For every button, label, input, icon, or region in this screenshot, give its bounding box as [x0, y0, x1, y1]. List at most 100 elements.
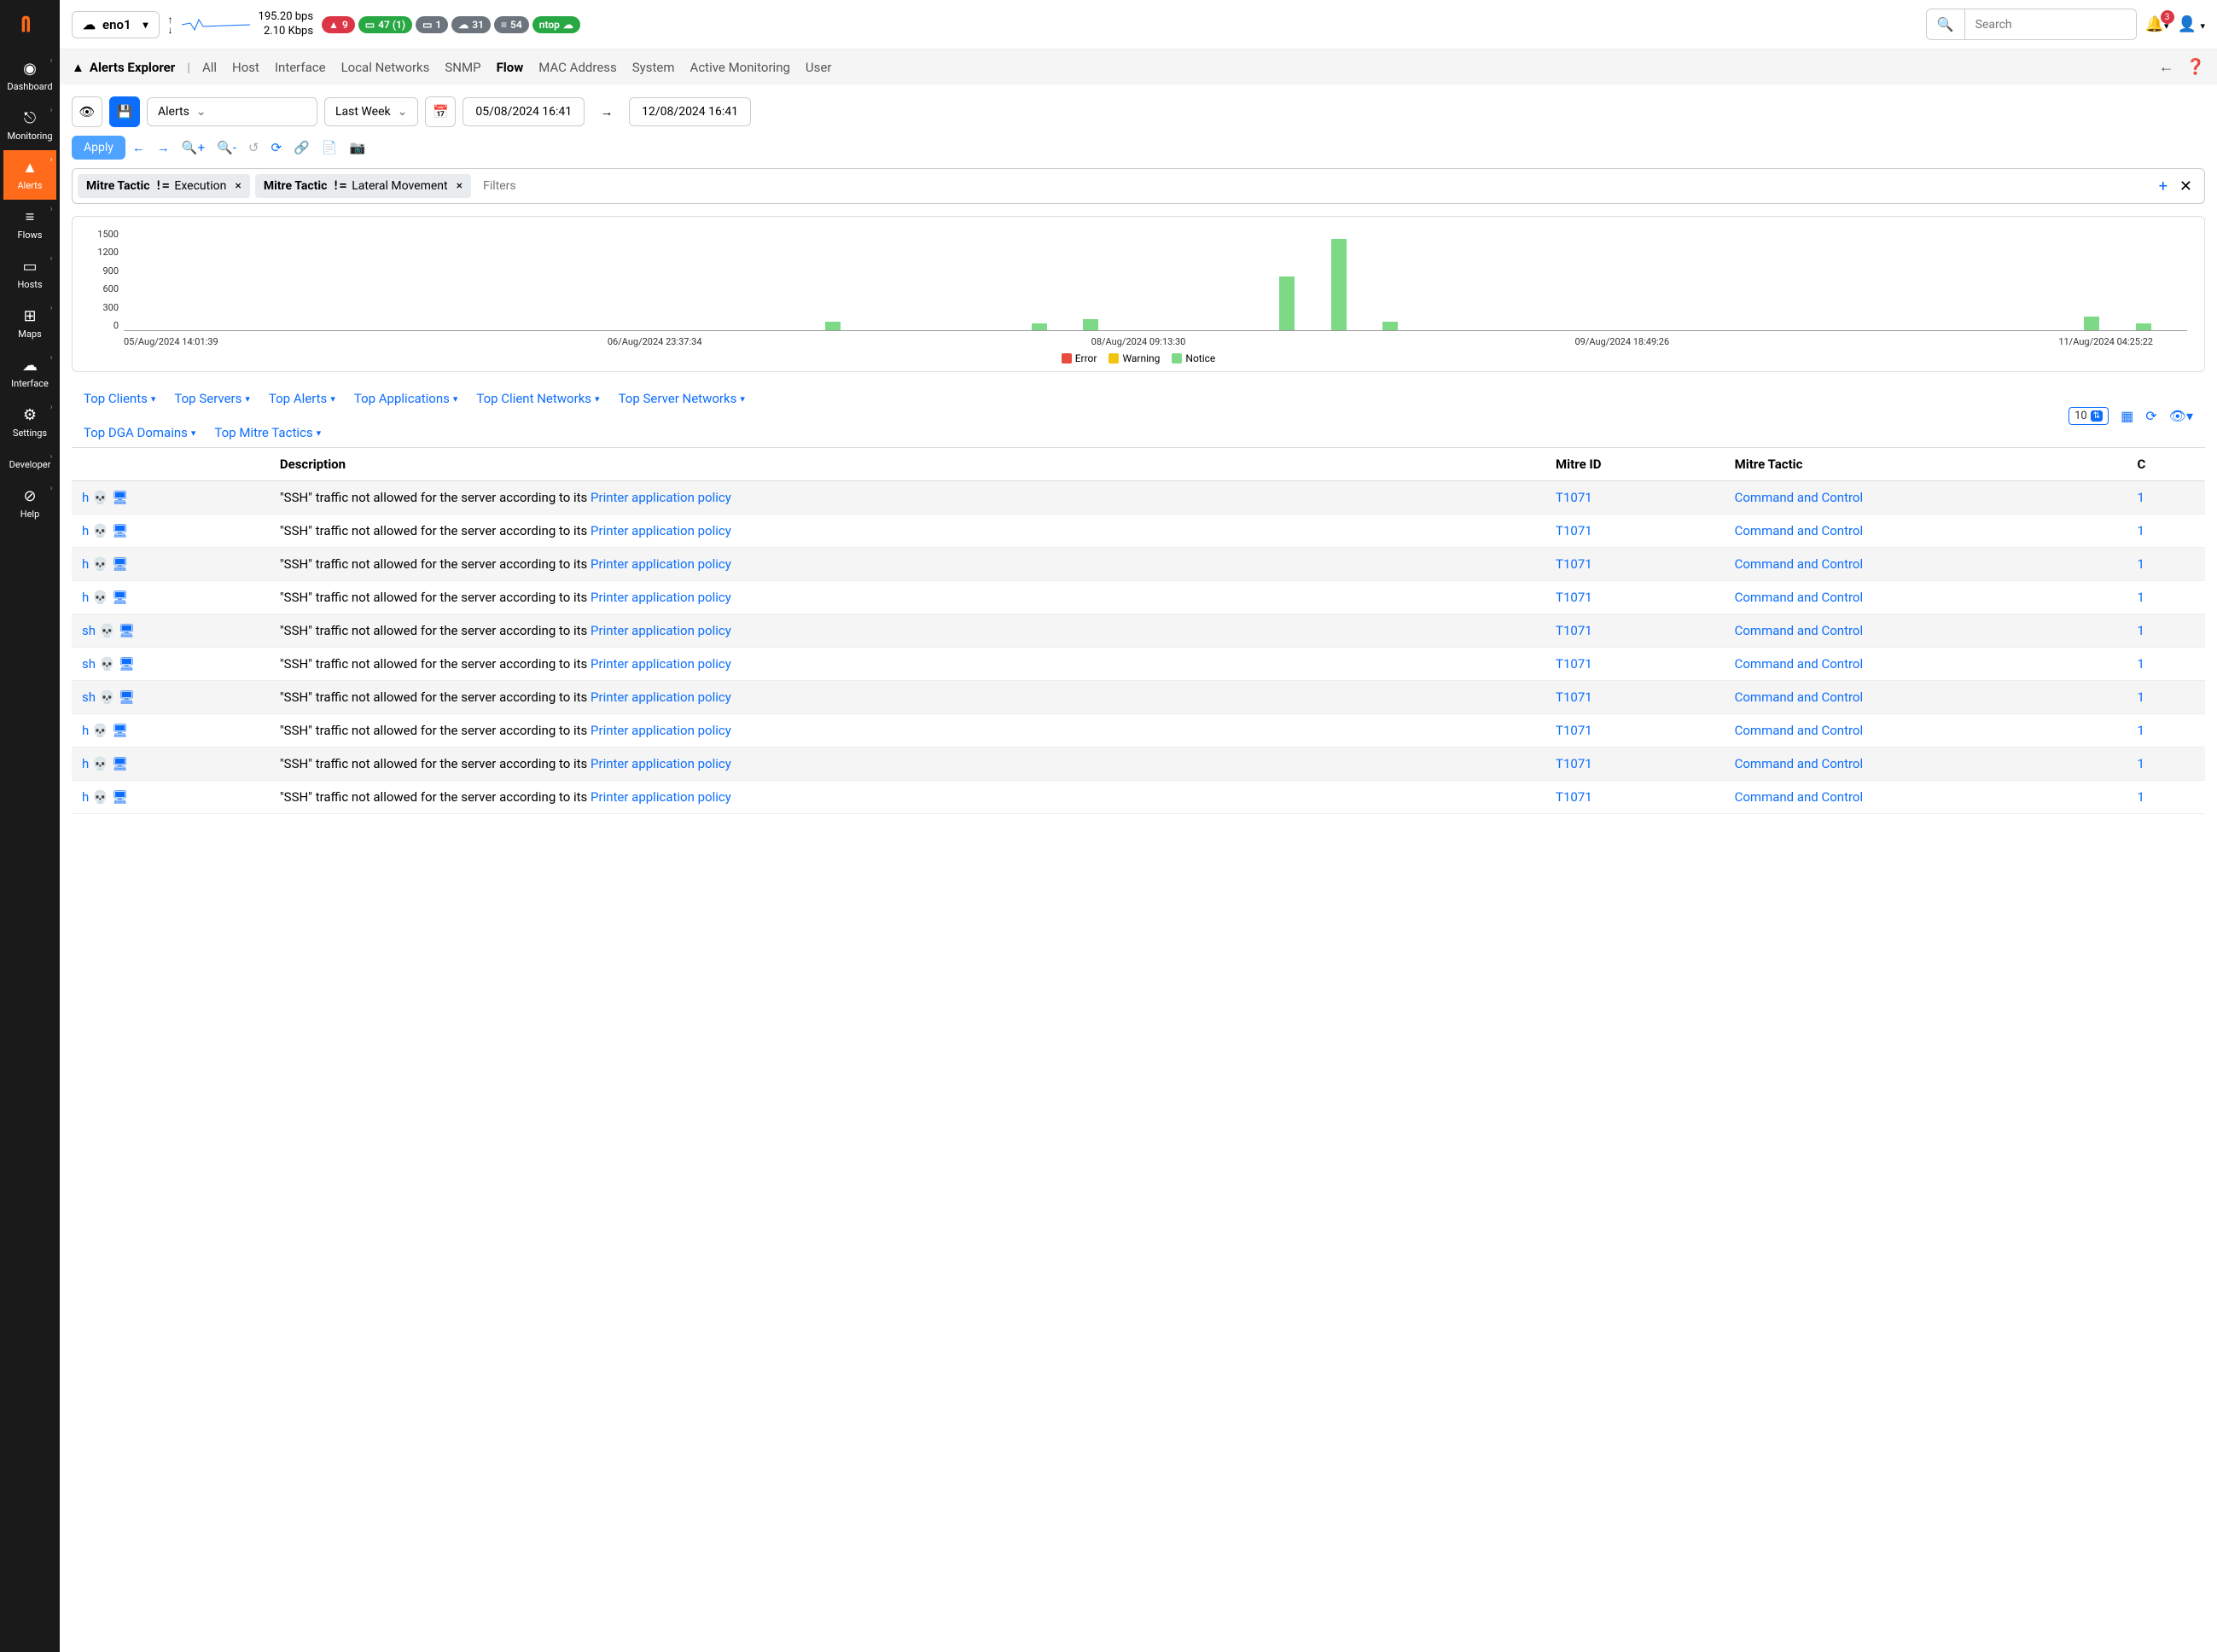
mitre-id-link[interactable]: T1071 [1556, 689, 1592, 705]
sidebar-item-interface[interactable]: ☁Interface [3, 348, 55, 398]
prev-button[interactable]: ← [132, 140, 145, 155]
policy-link[interactable]: Printer application policy [591, 656, 731, 672]
tab-user[interactable]: User [806, 60, 832, 75]
mitre-tactic-link[interactable]: Command and Control [1735, 490, 1864, 505]
tab-interface[interactable]: Interface [275, 60, 326, 75]
mitre-id-link[interactable]: T1071 [1556, 490, 1592, 505]
top-link-top-clients[interactable]: Top Clients [84, 391, 155, 406]
refresh-table-button[interactable]: ⟳ [2145, 408, 2156, 424]
sidebar-item-flows[interactable]: ≡Flows [3, 200, 55, 249]
mitre-id-link[interactable]: T1071 [1556, 756, 1592, 771]
from-date[interactable]: 05/08/2024 16:41 [463, 97, 585, 126]
filter-input[interactable] [478, 174, 2145, 198]
mitre-tactic-link[interactable]: Command and Control [1735, 689, 1864, 705]
mitre-tactic-link[interactable]: Command and Control [1735, 623, 1864, 638]
filter-chip[interactable]: Mitre Tactic != Execution × [78, 174, 250, 198]
mitre-id-link[interactable]: T1071 [1556, 789, 1592, 805]
mitre-tactic-link[interactable]: Command and Control [1735, 789, 1864, 805]
page-size-select[interactable]: 10⇅ [2069, 407, 2109, 425]
policy-link[interactable]: Printer application policy [591, 756, 731, 771]
table-header[interactable] [72, 448, 270, 481]
status-badge[interactable]: ▲ 9 [322, 16, 355, 33]
sidebar-item-monitoring[interactable]: ⎋Monitoring [3, 101, 55, 150]
sidebar-item-developer[interactable]: Developer [3, 447, 55, 479]
remove-filter-icon[interactable]: × [235, 179, 241, 193]
refresh-button[interactable]: ⟳ [271, 140, 282, 155]
mitre-id-link[interactable]: T1071 [1556, 656, 1592, 672]
undo-button[interactable]: ↺ [248, 140, 259, 155]
tab-local-networks[interactable]: Local Networks [341, 60, 430, 75]
mitre-tactic-link[interactable]: Command and Control [1735, 523, 1864, 538]
mitre-tactic-link[interactable]: Command and Control [1735, 656, 1864, 672]
top-link-top-mitre-tactics[interactable]: Top Mitre Tactics [214, 425, 321, 440]
top-link-top-alerts[interactable]: Top Alerts [269, 391, 335, 406]
policy-link[interactable]: Printer application policy [591, 689, 731, 705]
policy-link[interactable]: Printer application policy [591, 723, 731, 738]
top-link-top-client-networks[interactable]: Top Client Networks [476, 391, 599, 406]
status-badge[interactable]: ▭ 1 [416, 16, 448, 33]
to-date[interactable]: 12/08/2024 16:41 [629, 97, 751, 126]
top-link-top-servers[interactable]: Top Servers [174, 391, 249, 406]
tab-mac-address[interactable]: MAC Address [538, 60, 617, 75]
sidebar-item-dashboard[interactable]: ◉Dashboard [3, 51, 55, 101]
mitre-tactic-link[interactable]: Command and Control [1735, 723, 1864, 738]
table-header[interactable]: C [2127, 448, 2206, 481]
mitre-tactic-link[interactable]: Command and Control [1735, 590, 1864, 605]
zoom-in-button[interactable]: 🔍+ [182, 140, 205, 155]
user-menu[interactable]: 👤 ▾ [2178, 15, 2205, 33]
export-button[interactable]: 📄 [322, 140, 338, 155]
notifications-button[interactable]: 🔔▾ 3 [2145, 15, 2169, 33]
search-button[interactable]: 🔍 [1927, 9, 1965, 39]
mitre-tactic-link[interactable]: Command and Control [1735, 756, 1864, 771]
apply-button[interactable]: Apply [72, 136, 125, 160]
columns-button[interactable]: ▦ [2121, 408, 2133, 424]
top-link-top-dga-domains[interactable]: Top DGA Domains [84, 425, 195, 440]
tab-system[interactable]: System [632, 60, 675, 75]
interface-selector[interactable]: ☁ eno1 [72, 11, 160, 38]
policy-link[interactable]: Printer application policy [591, 556, 731, 572]
save-view-button[interactable]: 💾 [109, 96, 140, 127]
status-badge[interactable]: ≡ 54 [494, 16, 529, 33]
sidebar-item-settings[interactable]: ⚙Settings [3, 398, 55, 447]
sidebar-item-help[interactable]: ⊘Help [3, 479, 55, 528]
tab-flow[interactable]: Flow [497, 60, 524, 75]
policy-link[interactable]: Printer application policy [591, 623, 731, 638]
top-link-top-applications[interactable]: Top Applications [354, 391, 458, 406]
ntop-logo[interactable] [13, 7, 47, 41]
mitre-id-link[interactable]: T1071 [1556, 723, 1592, 738]
sidebar-item-maps[interactable]: ⊞Maps [3, 299, 55, 348]
clear-filters-button[interactable]: ✕ [2179, 177, 2192, 195]
add-filter-button[interactable]: + [2159, 177, 2168, 195]
sidebar-item-alerts[interactable]: ▲Alerts [3, 150, 55, 200]
mitre-id-link[interactable]: T1071 [1556, 590, 1592, 605]
back-button[interactable]: ← [2159, 58, 2174, 76]
search-input[interactable] [1965, 11, 2136, 38]
tab-snmp[interactable]: SNMP [445, 60, 480, 75]
table-header[interactable]: Description [270, 448, 1545, 481]
tab-active-monitoring[interactable]: Active Monitoring [690, 60, 790, 75]
policy-link[interactable]: Printer application policy [591, 789, 731, 805]
table-header[interactable]: Mitre Tactic [1725, 448, 2127, 481]
next-button[interactable]: → [157, 140, 170, 155]
mitre-id-link[interactable]: T1071 [1556, 623, 1592, 638]
calendar-button[interactable]: 📅 [425, 96, 456, 127]
policy-link[interactable]: Printer application policy [591, 590, 731, 605]
remove-filter-icon[interactable]: × [457, 179, 463, 193]
mitre-id-link[interactable]: T1071 [1556, 556, 1592, 572]
screenshot-button[interactable]: 📷 [349, 140, 365, 155]
help-button[interactable]: ❓ [2186, 58, 2205, 76]
status-badge[interactable]: ☁ 31 [451, 16, 491, 33]
sidebar-item-hosts[interactable]: ▭Hosts [3, 249, 55, 299]
filter-chip[interactable]: Mitre Tactic != Lateral Movement × [255, 174, 471, 198]
eye-button[interactable]: 👁 [72, 96, 102, 127]
table-header[interactable]: Mitre ID [1545, 448, 1725, 481]
policy-link[interactable]: Printer application policy [591, 490, 731, 505]
status-badge[interactable]: ▭ 47 (1) [358, 16, 412, 33]
tab-all[interactable]: All [202, 60, 217, 75]
mitre-id-link[interactable]: T1071 [1556, 523, 1592, 538]
mode-select[interactable]: Alerts [147, 97, 317, 126]
permalink-button[interactable]: 🔗 [294, 140, 310, 155]
top-link-top-server-networks[interactable]: Top Server Networks [619, 391, 745, 406]
tab-host[interactable]: Host [232, 60, 259, 75]
mitre-tactic-link[interactable]: Command and Control [1735, 556, 1864, 572]
